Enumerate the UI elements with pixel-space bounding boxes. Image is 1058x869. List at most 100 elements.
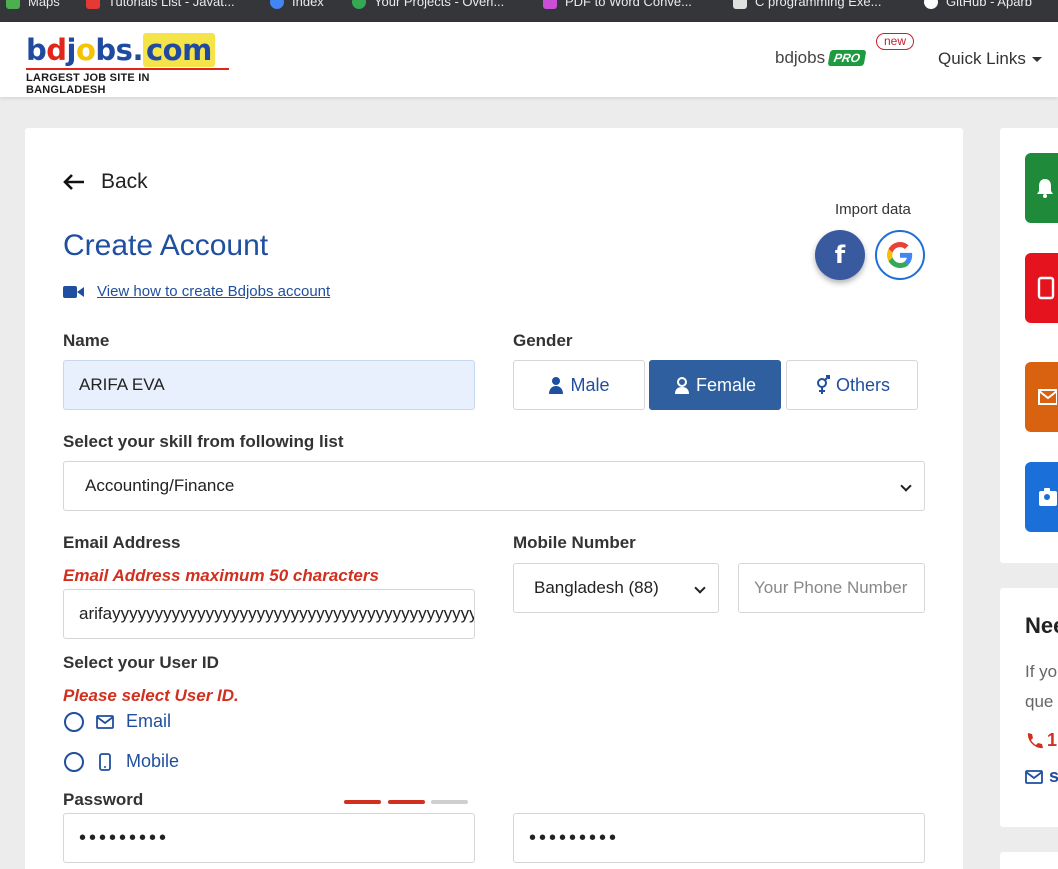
job-alert-button[interactable] (1025, 153, 1058, 223)
back-label: Back (101, 170, 148, 193)
country-code-value: Bangladesh (88) (534, 578, 659, 597)
back-button[interactable]: Back (63, 170, 148, 194)
bookmarks-bar: Maps Tutorials List - Javat... Index You… (0, 0, 1058, 22)
mobile-phone-icon (99, 752, 111, 771)
profile-card-button[interactable] (1025, 462, 1058, 532)
pro-text: bdjobs (775, 48, 826, 67)
password-strength-bar-3 (431, 800, 468, 804)
name-label: Name (63, 331, 110, 350)
help-phone[interactable]: 1 (1025, 730, 1057, 751)
site-header: bdjobs. com LARGEST JOB SITE IN BANGLADES… (0, 22, 1058, 97)
howto-link[interactable]: View how to create Bdjobs account (97, 283, 330, 300)
mail-icon (1025, 769, 1043, 784)
skill-value: Accounting/Finance (85, 476, 235, 495)
gender-female-button[interactable]: Female (649, 360, 781, 410)
help-text-line1: If yo (1025, 662, 1058, 681)
mail-button[interactable] (1025, 362, 1058, 432)
userid-label: Select your User ID (63, 653, 219, 672)
password-label: Password (63, 790, 144, 809)
confirm-password-input[interactable]: ••••••••• (513, 813, 925, 863)
bookmark-projects[interactable]: Your Projects - Overl... (352, 0, 504, 9)
facebook-import-button[interactable]: f (815, 230, 865, 280)
mobile-icon (1037, 276, 1055, 300)
maps-icon (6, 0, 20, 9)
phone-placeholder: Your Phone Number (754, 578, 908, 597)
howto-link-row[interactable]: View how to create Bdjobs account (63, 283, 330, 300)
name-input[interactable]: ARIFA EVA (63, 360, 475, 410)
create-account-card: Back Create Account View how to create B… (25, 128, 963, 869)
email-input[interactable]: arifayyyyyyyyyyyyyyyyyyyyyyyyyyyyyyyyyyy… (63, 589, 475, 639)
password-value: ••••••••• (79, 826, 170, 849)
phone-icon (1027, 732, 1043, 748)
facebook-icon: f (834, 241, 846, 269)
cprog-icon (733, 0, 747, 9)
help-email-text: s (1049, 766, 1058, 786)
tutorials-icon (86, 0, 100, 9)
name-value: ARIFA EVA (79, 375, 165, 394)
country-code-select[interactable]: Bangladesh (88) (513, 563, 719, 613)
gender-others-button[interactable]: Others (786, 360, 918, 410)
logo-wordmark: bdjobs. com (26, 33, 229, 67)
female-user-icon (674, 377, 689, 394)
index-icon (270, 0, 284, 9)
mobile-label: Mobile Number (513, 533, 636, 552)
quick-links-label: Quick Links (938, 49, 1026, 68)
gender-male-button[interactable]: Male (513, 360, 645, 410)
side-extra-panel (1000, 852, 1058, 869)
userid-mobile-label: Mobile (126, 751, 180, 771)
bookmark-maps[interactable]: Maps (6, 0, 60, 9)
video-camera-icon (63, 285, 84, 298)
pdf-icon (543, 0, 557, 9)
mobile-app-button[interactable] (1025, 253, 1058, 323)
help-phone-text: 1 (1047, 730, 1058, 750)
page-title: Create Account (63, 229, 269, 262)
userid-error: Please select User ID. (63, 686, 239, 705)
mobile-radio[interactable] (64, 751, 84, 772)
skill-label: Select your skill from following list (63, 432, 344, 451)
userid-email-option[interactable]: Email (64, 711, 171, 732)
email-radio[interactable] (64, 711, 84, 732)
arrow-left-icon (63, 174, 84, 190)
quick-links-dropdown[interactable]: Quick Links (938, 49, 1042, 69)
bdjobs-pro-link[interactable]: bdjobs PRO (775, 48, 867, 68)
bookmark-github[interactable]: GitHub - Aparb (924, 0, 1032, 9)
bookmark-tutorials[interactable]: Tutorials List - Javat... (86, 0, 235, 9)
new-badge: new (876, 33, 915, 50)
gender-label: Gender (513, 331, 573, 350)
confirm-password-value: ••••••••• (529, 826, 620, 849)
mail-icon (1038, 389, 1057, 405)
chevron-down-icon (694, 582, 706, 594)
github-icon (924, 0, 938, 9)
password-input[interactable]: ••••••••• (63, 813, 475, 863)
logo-tagline: LARGEST JOB SITE IN BANGLADESH (26, 68, 229, 96)
bookmark-cprog[interactable]: C programming Exe... (733, 0, 881, 9)
phone-input[interactable]: Your Phone Number (738, 563, 925, 613)
help-text-line2: que (1025, 692, 1054, 711)
transgender-icon (816, 375, 830, 394)
help-title: Nee (1025, 613, 1058, 638)
gender-male-label: Male (570, 374, 610, 395)
password-strength-bar-1 (344, 800, 381, 804)
bdjobs-logo[interactable]: bdjobs. com LARGEST JOB SITE IN BANGLADES… (26, 33, 229, 96)
google-icon (887, 242, 913, 268)
id-card-icon (1039, 488, 1057, 506)
bookmark-index[interactable]: Index (270, 0, 324, 9)
email-value: arifayyyyyyyyyyyyyyyyyyyyyyyyyyyyyyyyyyy… (79, 604, 475, 623)
skill-select[interactable]: Accounting/Finance (63, 461, 925, 511)
bell-icon (1037, 179, 1053, 198)
chevron-down-icon (900, 480, 912, 492)
gender-others-label: Others (835, 374, 891, 395)
password-strength-bar-2 (388, 800, 425, 804)
projects-icon (352, 0, 366, 9)
gender-female-label: Female (695, 374, 757, 395)
import-data-label: Import data (835, 201, 911, 218)
help-email[interactable]: s (1025, 766, 1058, 787)
caret-down-icon (1031, 56, 1042, 62)
male-user-icon (549, 377, 564, 394)
mail-icon (96, 714, 114, 729)
help-panel: Nee If yo que 1 s (1000, 588, 1058, 827)
google-import-button[interactable] (875, 230, 925, 280)
bookmark-pdf[interactable]: PDF to Word Conve... (543, 0, 692, 9)
userid-email-label: Email (126, 711, 172, 731)
userid-mobile-option[interactable]: Mobile (64, 751, 179, 772)
